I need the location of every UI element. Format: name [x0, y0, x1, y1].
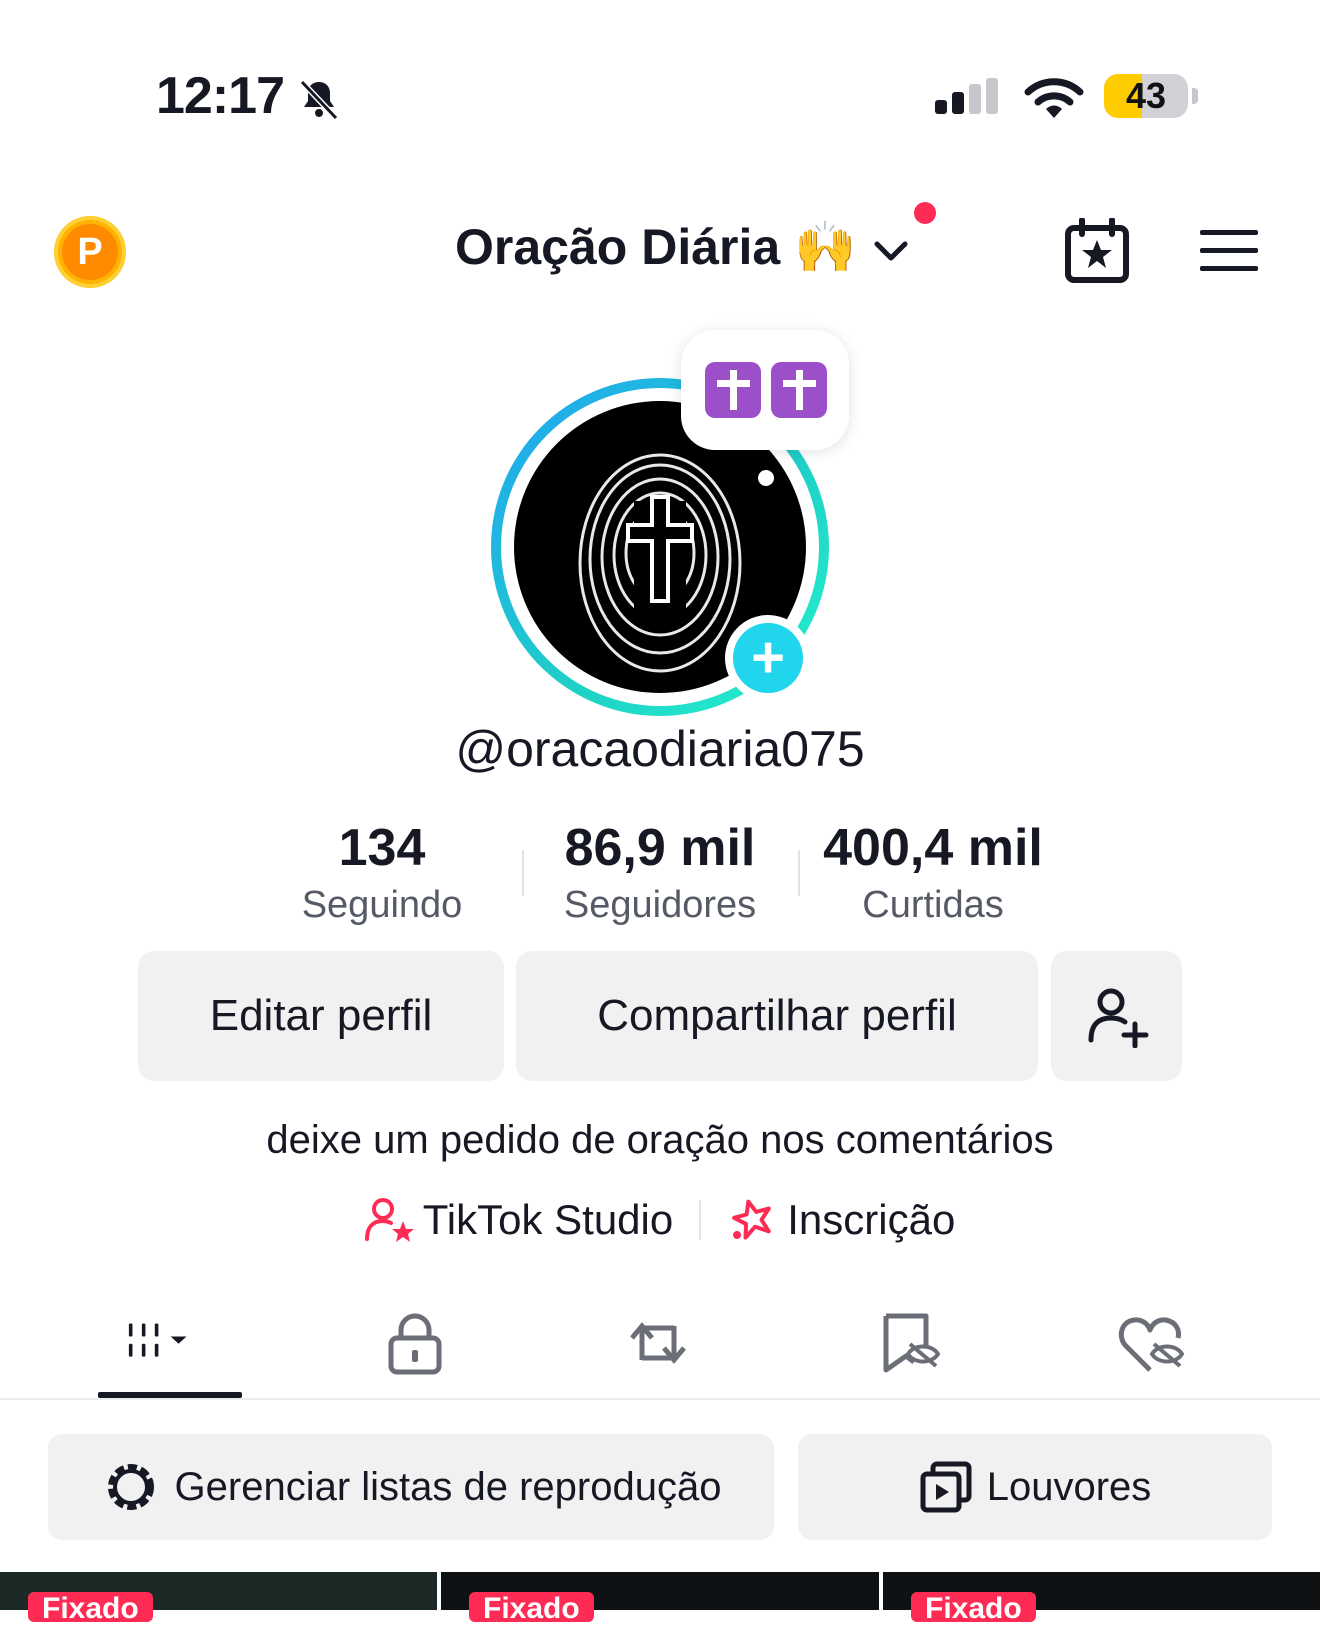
- bell-muted-icon: [299, 79, 339, 121]
- coin-icon: P: [62, 224, 118, 280]
- manage-playlists-label: Gerenciar listas de reprodução: [174, 1464, 722, 1509]
- pinned-badge: Fixado: [911, 1592, 1036, 1625]
- playlist-louvores[interactable]: Louvores: [798, 1434, 1272, 1540]
- pinned-badge: Fixado: [28, 1592, 153, 1625]
- subscription-link[interactable]: Inscrição: [727, 1196, 955, 1244]
- chevron-down-icon[interactable]: [871, 236, 911, 266]
- plus-icon: +: [733, 623, 803, 693]
- cross-emoji-icon: [705, 362, 827, 418]
- tab-repost-icon[interactable]: [622, 1310, 694, 1376]
- tab-videos-grid-icon[interactable]: [126, 1310, 198, 1376]
- likes-label: Curtidas: [862, 884, 1004, 926]
- likes-count: 400,4 mil: [823, 819, 1043, 877]
- tab-private-lock-icon[interactable]: [379, 1310, 451, 1376]
- followers-count[interactable]: 86,9 mil: [540, 818, 780, 878]
- profile-username: @oracaodiaria075: [455, 721, 865, 777]
- battery-icon: 43: [1104, 74, 1198, 120]
- add-user-icon: [1088, 988, 1148, 1049]
- tiktok-studio-link[interactable]: TikTok Studio: [364, 1196, 674, 1244]
- notification-dot: [914, 202, 936, 224]
- following-label[interactable]: Seguindo: [282, 884, 482, 927]
- playlist-louvores-label: Louvores: [986, 1464, 1152, 1509]
- menu-icon[interactable]: [1198, 226, 1260, 276]
- followers-label[interactable]: Seguidores: [540, 884, 780, 927]
- video-thumbnail[interactable]: Fixado: [0, 1572, 437, 1625]
- tab-liked-hidden-icon[interactable]: [1116, 1310, 1188, 1376]
- status-time: 12:17: [156, 67, 285, 125]
- edit-profile-button[interactable]: Editar perfil: [138, 951, 504, 1081]
- following-count[interactable]: 134: [282, 818, 482, 878]
- tiktok-studio-label: TikTok Studio: [422, 1196, 674, 1243]
- video-thumbnail[interactable]: Fixado: [883, 1572, 1320, 1625]
- calendar-star-icon[interactable]: [1064, 218, 1130, 284]
- account-switcher-title[interactable]: Oração Diária 🙌: [455, 218, 856, 277]
- profile-bio: deixe um pedido de oração nos comentário…: [266, 1118, 1054, 1162]
- manage-playlists-button[interactable]: Gerenciar listas de reprodução: [48, 1434, 774, 1540]
- video-thumbnail[interactable]: Fixado: [441, 1572, 879, 1625]
- wifi-icon: [1024, 78, 1084, 118]
- add-friends-button[interactable]: [1051, 951, 1182, 1081]
- battery-level: 43: [1125, 75, 1167, 116]
- playlist-icon: [920, 1461, 972, 1513]
- share-profile-button[interactable]: Compartilhar perfil: [516, 951, 1038, 1081]
- gear-icon: [107, 1464, 154, 1510]
- cellular-signal-icon: [935, 78, 998, 114]
- pinned-badge: Fixado: [469, 1592, 594, 1625]
- tab-favorites-hidden-icon[interactable]: [872, 1310, 944, 1376]
- subscription-label: Inscrição: [787, 1196, 956, 1243]
- user-star-icon: [364, 1198, 414, 1242]
- star-badge-icon: [732, 1199, 772, 1240]
